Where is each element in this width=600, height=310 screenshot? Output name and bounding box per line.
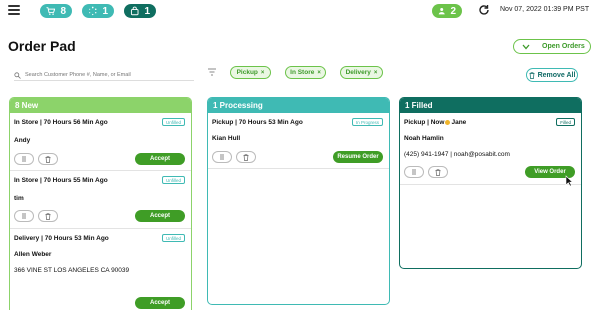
delete-button[interactable] xyxy=(38,153,58,165)
filter-chip-label: Delivery xyxy=(345,69,371,76)
cart-count: 8 xyxy=(60,5,66,17)
customer-contact: (425) 941-1947 | noah@posabit.com xyxy=(404,151,510,158)
column-header-filled: 1 Filled xyxy=(400,98,581,113)
column-filled: 1 Filled Pickup | Now Jane Filled Noah Ha… xyxy=(399,97,582,269)
order-title: Pickup | Now Jane xyxy=(404,119,466,126)
user-icon xyxy=(438,8,445,15)
notes-button[interactable] xyxy=(14,153,34,165)
order-card[interactable]: In Store | 70 Hours 55 Min Ago Unfilled … xyxy=(10,171,191,229)
status-badge: Unfilled xyxy=(161,234,185,242)
open-orders-dropdown[interactable]: Open Orders xyxy=(513,39,591,54)
filled-count-badge[interactable]: 1 xyxy=(124,4,156,18)
remove-all-label: Remove All xyxy=(537,71,576,79)
delete-button[interactable] xyxy=(38,210,58,222)
delete-button[interactable] xyxy=(236,151,256,163)
filled-count: 1 xyxy=(144,5,150,17)
users-count-badge[interactable]: 2 xyxy=(432,4,462,18)
filter-chip-pickup[interactable]: Pickup × xyxy=(230,66,271,79)
column-processing: 1 Processing Pickup | 70 Hours 53 Min Ag… xyxy=(207,97,390,305)
accept-button[interactable]: Accept xyxy=(135,297,185,309)
filter-chip-label: In Store xyxy=(290,69,315,76)
filter-chip-label: Pickup xyxy=(236,69,258,76)
document-icon xyxy=(220,154,224,159)
order-title: In Store | 70 Hours 56 Min Ago xyxy=(14,119,108,126)
notes-button[interactable] xyxy=(404,166,424,178)
notes-button[interactable] xyxy=(14,210,34,222)
document-icon xyxy=(22,213,26,218)
resume-order-button[interactable]: Resume Order xyxy=(333,151,383,163)
close-icon[interactable]: × xyxy=(374,70,378,76)
trash-icon xyxy=(45,155,51,163)
trash-icon xyxy=(529,71,535,79)
cart-count-badge[interactable]: 8 xyxy=(40,4,72,18)
search-bar xyxy=(14,70,194,81)
order-title-prefix: Pickup | Now xyxy=(404,119,445,126)
order-card[interactable]: Pickup | Now Jane Filled Noah Hamlin (425… xyxy=(400,113,581,185)
order-card[interactable]: Delivery | 70 Hours 53 Min Ago Unfilled … xyxy=(10,229,191,310)
customer-name: Andy xyxy=(14,137,31,144)
processing-count: 1 xyxy=(102,5,108,17)
trash-icon xyxy=(45,212,51,220)
customer-name: Noah Hamlin xyxy=(404,135,444,142)
order-title-suffix: Jane xyxy=(451,119,467,126)
column-new: 8 New In Store | 70 Hours 56 Min Ago Unf… xyxy=(9,97,192,310)
order-title: Pickup | 70 Hours 53 Min Ago xyxy=(212,119,303,126)
trash-icon xyxy=(435,168,441,176)
close-icon[interactable]: × xyxy=(261,70,265,76)
filter-chip-in-store[interactable]: In Store × xyxy=(285,66,326,79)
trash-icon xyxy=(243,153,249,161)
search-input[interactable] xyxy=(25,72,190,78)
remove-all-button[interactable]: Remove All xyxy=(526,68,578,82)
mouse-cursor-icon xyxy=(565,175,573,187)
notes-button[interactable] xyxy=(212,151,232,163)
delete-button[interactable] xyxy=(428,166,448,178)
order-title: Delivery | 70 Hours 53 Min Ago xyxy=(14,235,109,242)
users-count: 2 xyxy=(450,5,456,17)
close-icon[interactable]: × xyxy=(317,70,321,76)
current-datetime: Nov 07, 2022 01:39 PM PST xyxy=(500,6,590,13)
emoji-icon xyxy=(445,119,451,125)
page-title: Order Pad xyxy=(8,38,76,54)
status-badge: Unfilled xyxy=(161,118,185,126)
menu-icon[interactable] xyxy=(8,5,20,15)
document-icon xyxy=(22,156,26,161)
filter-icon[interactable] xyxy=(207,67,217,77)
column-header-new: 8 New xyxy=(10,98,191,113)
order-card[interactable]: Pickup | 70 Hours 53 Min Ago In Progress… xyxy=(208,113,389,169)
processing-count-badge[interactable]: 1 xyxy=(82,4,114,18)
search-icon xyxy=(14,71,21,79)
status-badge: In Progress xyxy=(351,118,383,126)
bag-icon xyxy=(130,6,139,16)
status-badge: Filled xyxy=(556,118,575,126)
filter-chip-delivery[interactable]: Delivery × xyxy=(340,66,383,79)
delivery-address: 366 VINE ST LOS ANGELES CA 90039 xyxy=(14,267,130,274)
top-bar: 8 1 1 2 Nov 07, 2022 01:39 PM PST xyxy=(0,0,600,22)
document-icon xyxy=(412,169,416,174)
cart-icon xyxy=(46,7,56,15)
column-header-processing: 1 Processing xyxy=(208,98,389,113)
customer-name: Kian Hull xyxy=(212,135,241,142)
accept-button[interactable]: Accept xyxy=(135,153,185,165)
customer-name: tim xyxy=(14,195,24,202)
refresh-icon[interactable] xyxy=(478,4,490,16)
customer-name: Allen Weber xyxy=(14,251,52,258)
accept-button[interactable]: Accept xyxy=(135,210,185,222)
order-card[interactable]: In Store | 70 Hours 56 Min Ago Unfilled … xyxy=(10,113,191,171)
order-title: In Store | 70 Hours 55 Min Ago xyxy=(14,177,108,184)
status-badge: Unfilled xyxy=(161,176,185,184)
open-orders-label: Open Orders xyxy=(542,43,585,50)
spinner-icon xyxy=(89,6,97,16)
chevron-down-icon xyxy=(522,44,530,49)
